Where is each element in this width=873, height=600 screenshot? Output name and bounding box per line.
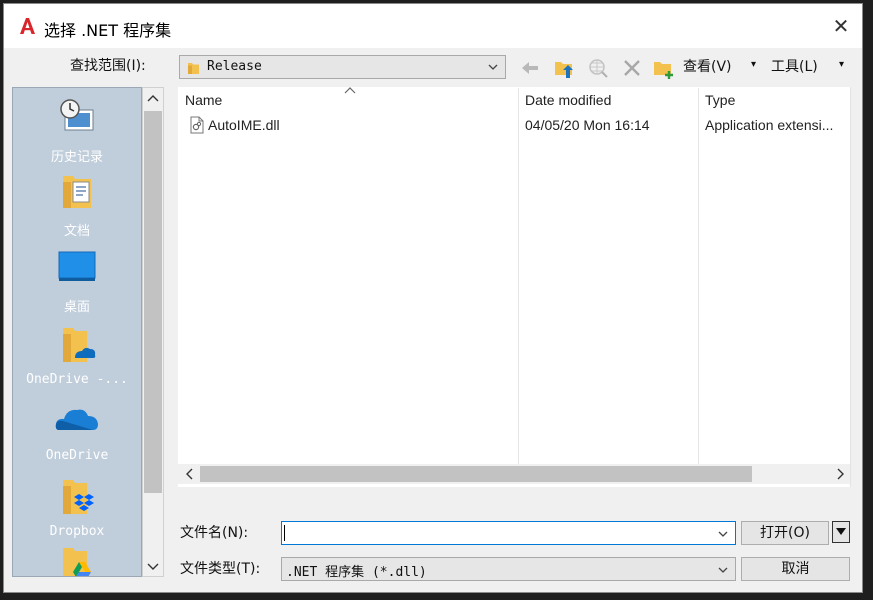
look-in-dropdown[interactable]: Release — [179, 55, 506, 79]
file-list-hscroll-thumb[interactable] — [200, 466, 752, 482]
chevron-down-icon — [488, 64, 498, 70]
file-name-cell[interactable]: AutoIME.dll — [208, 117, 280, 133]
filetype-value: .NET 程序集 (*.dll) — [286, 565, 427, 580]
window-title: 选择 .NET 程序集 — [44, 21, 172, 40]
autocad-logo-icon — [18, 17, 36, 35]
open-button[interactable]: 打开(O) — [741, 521, 829, 545]
views-dropdown-caret[interactable]: ▾ — [751, 59, 756, 70]
filetype-label: 文件类型(T): — [180, 561, 261, 577]
scroll-down-icon[interactable] — [147, 562, 159, 572]
scroll-left-icon[interactable] — [184, 468, 194, 480]
dll-file-icon — [190, 116, 204, 134]
look-in-value: Release — [207, 59, 262, 74]
sort-ascending-icon — [344, 87, 356, 94]
place-label-onedrive: OneDrive — [45, 448, 109, 463]
places-bar: 历史记录 文档 桌面 OneDrive -... OneDrive Dropbo… — [12, 87, 142, 577]
column-header-type[interactable]: Type — [705, 92, 735, 108]
filename-combobox[interactable] — [281, 521, 736, 545]
place-label-desktop: 桌面 — [63, 300, 90, 315]
text-caret — [284, 525, 285, 541]
open-options-button[interactable] — [832, 521, 850, 543]
column-header-name[interactable]: Name — [185, 92, 222, 108]
chevron-down-icon — [718, 567, 728, 573]
search-web-button[interactable] — [586, 56, 610, 80]
file-type-cell: Application extensi... — [705, 117, 834, 133]
delete-button[interactable] — [620, 56, 644, 80]
new-folder-icon — [654, 62, 673, 79]
chevron-down-icon[interactable] — [717, 528, 729, 540]
desktop-icon — [58, 251, 96, 281]
dialog-window: 选择 .NET 程序集 ✕ 查找范围(I): Release 查看(V) ▾ 工… — [3, 3, 863, 593]
globe-search-icon — [589, 59, 608, 78]
delete-x-icon — [624, 60, 640, 76]
filename-label: 文件名(N): — [180, 525, 249, 541]
back-arrow-icon — [522, 62, 538, 74]
place-google-drive[interactable] — [13, 548, 141, 576]
history-icon — [60, 99, 94, 131]
place-label-history: 历史记录 — [50, 150, 103, 165]
place-onedrive-folder[interactable]: OneDrive -... — [13, 320, 141, 396]
views-menu[interactable]: 查看(V) — [683, 56, 732, 76]
scroll-up-icon[interactable] — [147, 93, 159, 103]
place-documents[interactable]: 文档 — [13, 168, 141, 244]
google-drive-folder-icon — [63, 548, 91, 576]
column-divider[interactable] — [698, 88, 699, 466]
scroll-right-icon[interactable] — [836, 468, 846, 480]
dropbox-folder-icon — [63, 480, 94, 514]
tools-dropdown-caret[interactable]: ▾ — [839, 59, 844, 70]
place-label-dropbox: Dropbox — [49, 524, 105, 539]
up-folder-button[interactable] — [552, 56, 576, 80]
new-folder-button[interactable] — [652, 56, 676, 80]
onedrive-cloud-icon — [55, 409, 98, 430]
place-dropbox[interactable]: Dropbox — [13, 472, 141, 548]
place-label-documents: 文档 — [63, 224, 90, 239]
up-folder-icon — [555, 62, 573, 78]
place-desktop[interactable]: 桌面 — [13, 244, 141, 320]
cancel-button[interactable]: 取消 — [741, 557, 850, 581]
place-history[interactable]: 历史记录 — [13, 92, 141, 168]
triangle-down-icon — [836, 528, 846, 535]
place-label-onedrive-folder: OneDrive -... — [26, 372, 128, 387]
onedrive-folder-icon — [63, 328, 96, 362]
column-header-date[interactable]: Date modified — [525, 92, 611, 108]
folder-icon — [188, 63, 199, 74]
look-in-label: 查找范围(I): — [70, 58, 146, 74]
close-icon: ✕ — [832, 16, 850, 38]
filename-input[interactable] — [285, 524, 710, 542]
file-list-pane[interactable] — [178, 87, 851, 487]
column-divider[interactable] — [518, 88, 519, 466]
back-button[interactable] — [518, 56, 542, 80]
tools-menu[interactable]: 工具(L) — [771, 56, 818, 76]
documents-folder-icon — [63, 176, 91, 208]
close-button[interactable]: ✕ — [824, 12, 858, 42]
file-date-cell: 04/05/20 Mon 16:14 — [525, 117, 650, 133]
filetype-dropdown[interactable]: .NET 程序集 (*.dll) — [281, 557, 736, 581]
places-scroll-thumb[interactable] — [144, 111, 162, 493]
place-onedrive[interactable]: OneDrive — [13, 396, 141, 472]
